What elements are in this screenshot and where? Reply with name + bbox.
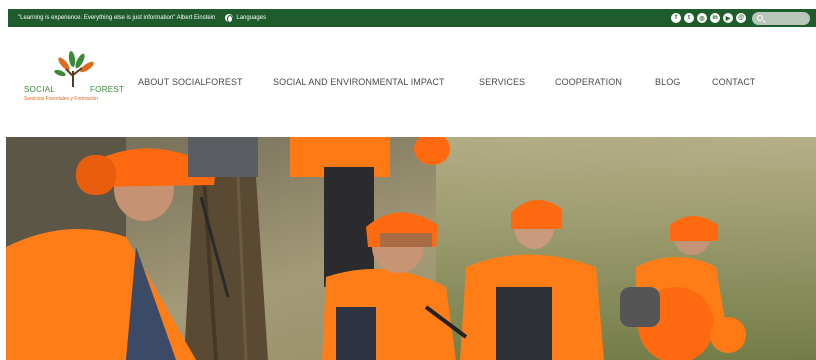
site-header: SOCIAL FOREST Servicios Forestales y For… (0, 27, 816, 137)
nav-item-cooperation[interactable]: COOPERATION (555, 77, 622, 87)
search-box[interactable] (752, 11, 810, 25)
search-icon (757, 14, 763, 21)
top-bar: "Learning is experience. Everything else… (8, 9, 816, 27)
languages-label: Languages (236, 15, 267, 21)
forestry-workers-photo (6, 137, 816, 360)
globe-icon (225, 14, 234, 23)
youtube-icon[interactable]: ▶ (723, 13, 733, 23)
social-links: f t ◎ in ▶ @ (671, 13, 746, 23)
header-quote: "Learning is experience. Everything else… (18, 15, 216, 21)
main-nav: ABOUT SOCIALFOREST SOCIAL AND ENVIRONMEN… (0, 77, 816, 91)
nav-item-impact[interactable]: SOCIAL AND ENVIRONMENTAL IMPACT (273, 77, 445, 87)
nav-item-services[interactable]: SERVICES (479, 77, 525, 87)
nav-item-about[interactable]: ABOUT SOCIALFOREST (138, 77, 243, 87)
languages-selector[interactable]: Languages (225, 14, 267, 23)
linkedin-icon[interactable]: in (710, 13, 720, 23)
logo-tagline: Servicios Forestales y Formación (24, 96, 98, 102)
twitter-icon[interactable]: t (684, 13, 694, 23)
hero-image (6, 137, 816, 360)
facebook-icon[interactable]: f (671, 13, 681, 23)
email-icon[interactable]: @ (736, 13, 746, 23)
nav-item-contact[interactable]: CONTACT (712, 77, 756, 87)
instagram-icon[interactable]: ◎ (697, 13, 707, 23)
search-input[interactable] (766, 11, 808, 25)
nav-item-blog[interactable]: BLOG (655, 77, 680, 87)
